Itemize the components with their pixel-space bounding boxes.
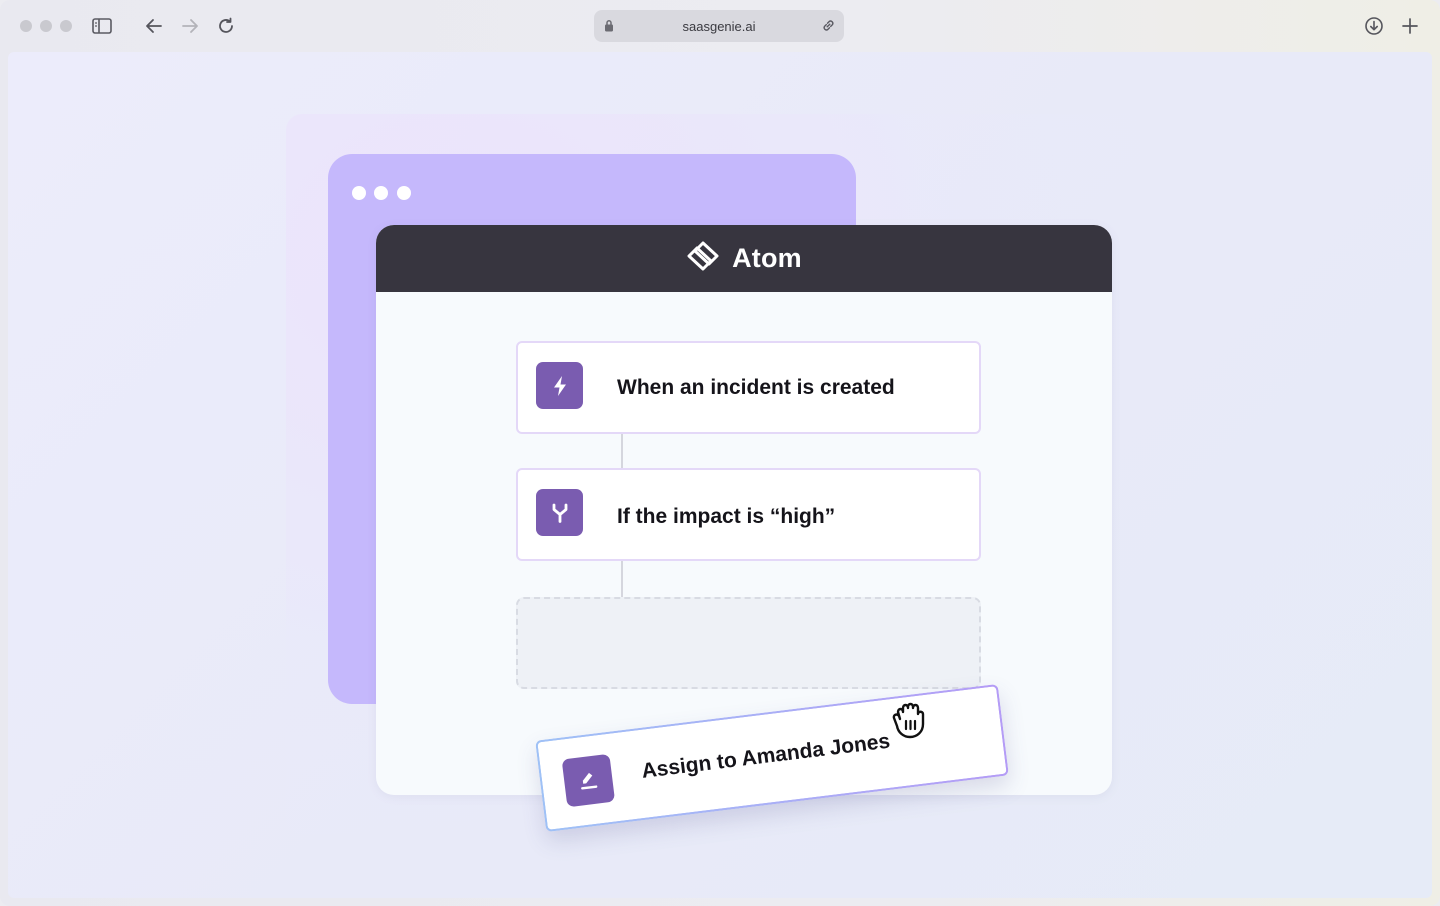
step-label: When an incident is created bbox=[617, 376, 895, 399]
forward-arrow-icon[interactable] bbox=[178, 14, 202, 38]
back-arrow-icon[interactable] bbox=[142, 14, 166, 38]
step-label: If the impact is “high” bbox=[617, 505, 836, 528]
link-icon[interactable] bbox=[821, 18, 836, 36]
browser-toolbar: saasgenie.ai bbox=[0, 0, 1440, 52]
page-viewport: Atom When an incident is created If the … bbox=[8, 52, 1432, 898]
url-text: saasgenie.ai bbox=[682, 18, 756, 34]
lock-icon bbox=[604, 19, 614, 35]
grab-hand-cursor-icon bbox=[888, 696, 936, 740]
branch-split-icon bbox=[536, 489, 583, 536]
trigger-step-card[interactable]: When an incident is created bbox=[516, 341, 981, 434]
workflow-header: Atom bbox=[376, 225, 1112, 292]
sidebar-toggle-icon[interactable] bbox=[90, 14, 114, 38]
reload-icon[interactable] bbox=[214, 14, 238, 38]
step-connector bbox=[621, 434, 623, 469]
zoom-window-button[interactable] bbox=[60, 20, 72, 32]
workflow-window: Atom When an incident is created If the … bbox=[376, 225, 1112, 795]
lightning-bolt-icon bbox=[536, 362, 583, 409]
browser-window: saasgenie.ai Atom When an incident is cr… bbox=[0, 0, 1440, 906]
download-icon[interactable] bbox=[1362, 14, 1386, 38]
step-label: Assign to Amanda Jones bbox=[640, 729, 892, 783]
window-dot bbox=[352, 186, 366, 200]
brand-name: Atom bbox=[732, 243, 802, 273]
pencil-edit-icon bbox=[561, 753, 616, 808]
window-dot bbox=[397, 186, 411, 200]
minimize-window-button[interactable] bbox=[40, 20, 52, 32]
new-tab-plus-icon[interactable] bbox=[1398, 14, 1422, 38]
condition-step-card[interactable]: If the impact is “high” bbox=[516, 468, 981, 561]
drop-target-slot[interactable] bbox=[516, 597, 981, 689]
step-connector bbox=[621, 561, 623, 597]
close-window-button[interactable] bbox=[20, 20, 32, 32]
atom-logo-icon bbox=[686, 241, 720, 276]
address-bar[interactable]: saasgenie.ai bbox=[594, 10, 844, 42]
window-dot bbox=[374, 186, 388, 200]
